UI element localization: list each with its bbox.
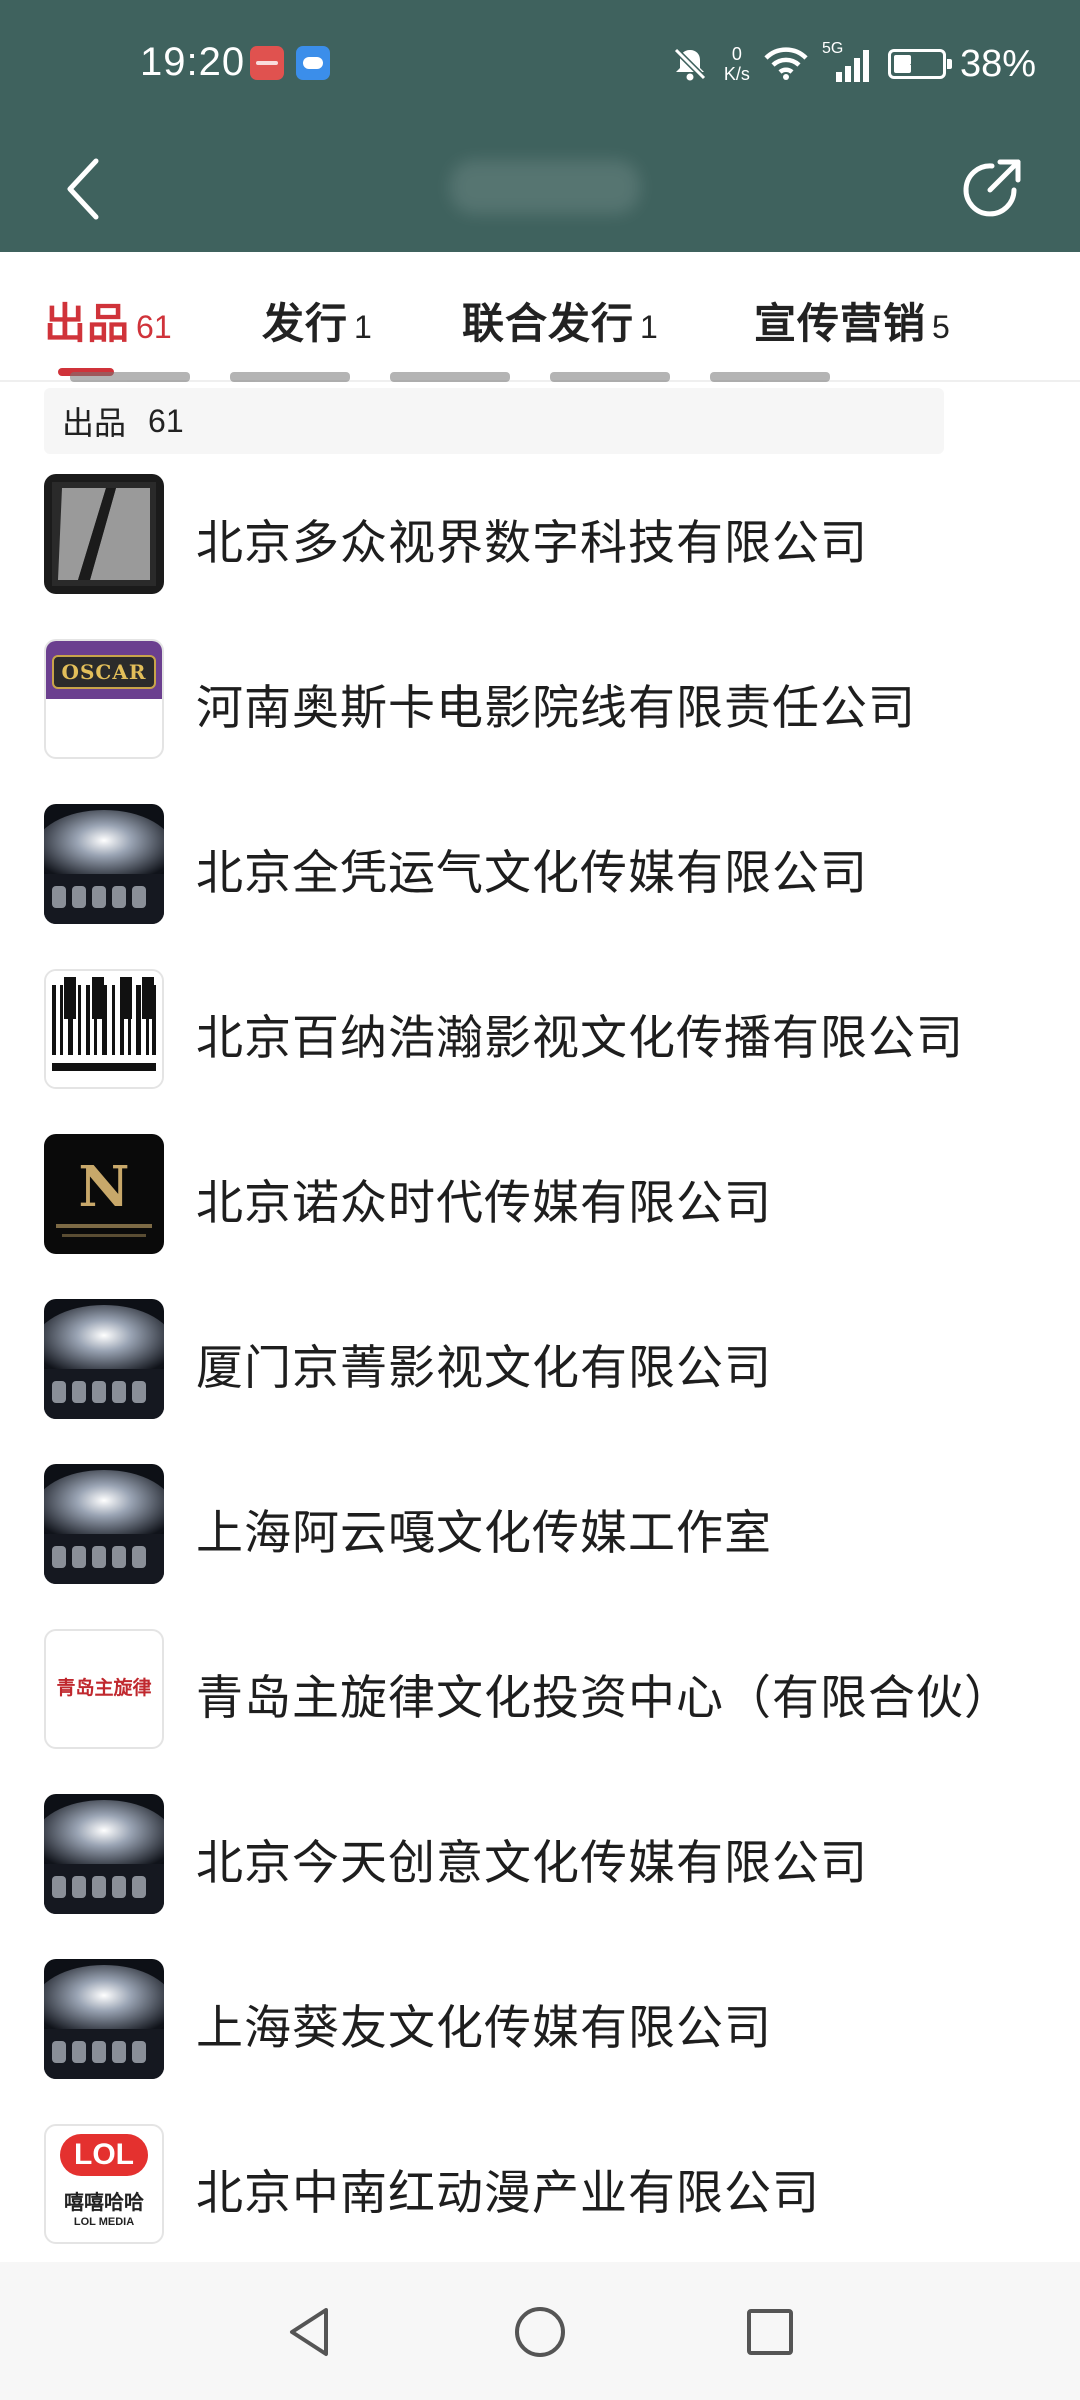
app-header: 19:20 0 K/s 5G 38% [0,0,1080,252]
oscar-logo: OSCAR [44,639,164,759]
lol-logo-subtext: 嘻嘻哈哈 [64,2190,144,2214]
wifi-icon [764,47,808,80]
lol-logo-text: LOL [74,2138,134,2171]
tab-count: 1 [354,309,372,345]
cinema-placeholder-logo [44,1794,164,1914]
app-badge-red-icon [250,46,284,80]
status-bar: 19:20 0 K/s 5G 38% [0,0,1080,130]
back-button[interactable] [44,144,124,234]
list-item[interactable]: 北京今天创意文化传媒有限公司 [0,1790,1080,1955]
square-recents-icon [747,2309,793,2355]
lol-media-logo: LOL 嘻嘻哈哈 LOL MEDIA [44,2124,164,2244]
nav-recents-button[interactable] [730,2292,810,2372]
tab-count: 5 [932,309,950,345]
cinema-placeholder-logo [44,1959,164,2079]
company-name: 北京全凭运气文化传媒有限公司 [196,846,868,901]
company-name: 北京百纳浩瀚影视文化传播有限公司 [196,1011,964,1066]
net-speed-unit: K/s [723,64,750,84]
blurred-title [450,160,640,214]
section-title: 出品 [62,404,127,442]
list-item[interactable]: 北京多众视界数字科技有限公司 [0,470,1080,635]
tab-distribution[interactable]: 发行 1 [262,290,372,350]
scrolled-content-edge [70,372,930,388]
list-item[interactable]: 上海葵友文化传媒有限公司 [0,1955,1080,2120]
company-list: 北京多众视界数字科技有限公司 OSCAR 河南奥斯卡电影院线有限责任公司 北京全… [0,470,1080,2285]
company-name: 上海葵友文化传媒有限公司 [196,2001,772,2056]
tab-bar: 出品 61 发行 1 联合发行 1 宣传营销 5 [0,252,1080,382]
tab-label: 宣传营销 [754,299,927,348]
letter-n-logo: N [44,1134,164,1254]
status-indicators: 0 K/s 5G 38% [670,36,1036,92]
qingdao-text-logo: 青岛主旋律 [44,1629,164,1749]
company-name: 河南奥斯卡电影院线有限责任公司 [196,681,916,736]
system-nav-bar [0,2262,1080,2400]
list-item[interactable]: 厦门京菁影视文化有限公司 [0,1295,1080,1460]
cloud-app-badge-icon [296,46,330,80]
chevron-left-icon [67,158,99,220]
signal-indicator: 5G [822,40,874,84]
nav-home-button[interactable] [500,2292,580,2372]
tab-marketing[interactable]: 宣传营销 5 [754,290,950,350]
triangle-back-icon [290,2308,328,2356]
tab-joint-distribution[interactable]: 联合发行 1 [462,290,658,350]
network-speed: 0 K/s [724,44,750,84]
title-bar [0,130,1080,252]
share-button[interactable] [946,144,1036,234]
qingdao-logo-text: 青岛主旋律 [56,1677,152,1699]
tab-label: 联合发行 [462,299,635,348]
tab-count: 1 [640,309,658,345]
slash-logo [44,474,164,594]
list-item[interactable]: 青岛主旋律 青岛主旋律文化投资中心（有限合伙） [0,1625,1080,1790]
list-item[interactable]: N 北京诺众时代传媒有限公司 [0,1130,1080,1295]
status-time: 19:20 [140,40,246,84]
tab-label: 出品 [44,299,131,348]
circle-home-icon [515,2307,565,2357]
company-name: 青岛主旋律文化投资中心（有限合伙） [196,1671,1012,1726]
piano-keys-logo [44,969,164,1089]
company-name: 上海阿云嘎文化传媒工作室 [196,1506,772,1561]
oscar-logo-text: OSCAR [61,660,147,684]
net-speed-value: 0 [731,44,742,64]
tab-production[interactable]: 出品 61 [44,290,172,350]
company-name: 北京今天创意文化传媒有限公司 [196,1836,868,1891]
signal-icon [835,50,869,82]
tab-label: 发行 [262,299,349,348]
cinema-placeholder-logo [44,804,164,924]
cinema-placeholder-logo [44,1299,164,1419]
list-item[interactable]: 北京百纳浩瀚影视文化传播有限公司 [0,965,1080,1130]
list-item[interactable]: 上海阿云嘎文化传媒工作室 [0,1460,1080,1625]
company-name: 厦门京菁影视文化有限公司 [196,1341,772,1396]
battery-charging-icon [887,49,952,79]
list-item[interactable]: LOL 嘻嘻哈哈 LOL MEDIA 北京中南红动漫产业有限公司 [0,2120,1080,2285]
letter-n-logo-text: N [78,1154,130,1220]
lol-logo-caption: LOL MEDIA [73,2216,135,2228]
battery-percent: 38% [959,42,1036,85]
list-item[interactable]: 北京全凭运气文化传媒有限公司 [0,800,1080,965]
company-name: 北京中南红动漫产业有限公司 [196,2166,820,2221]
mute-bell-icon [673,47,707,81]
nav-back-button[interactable] [270,2292,350,2372]
section-count: 61 [148,402,184,439]
share-icon [963,159,1021,217]
tab-count: 61 [136,309,172,345]
company-name: 北京诺众时代传媒有限公司 [196,1176,772,1231]
section-header: 出品 61 [44,388,944,454]
company-name: 北京多众视界数字科技有限公司 [196,516,868,571]
list-item[interactable]: OSCAR 河南奥斯卡电影院线有限责任公司 [0,635,1080,800]
cinema-placeholder-logo [44,1464,164,1584]
